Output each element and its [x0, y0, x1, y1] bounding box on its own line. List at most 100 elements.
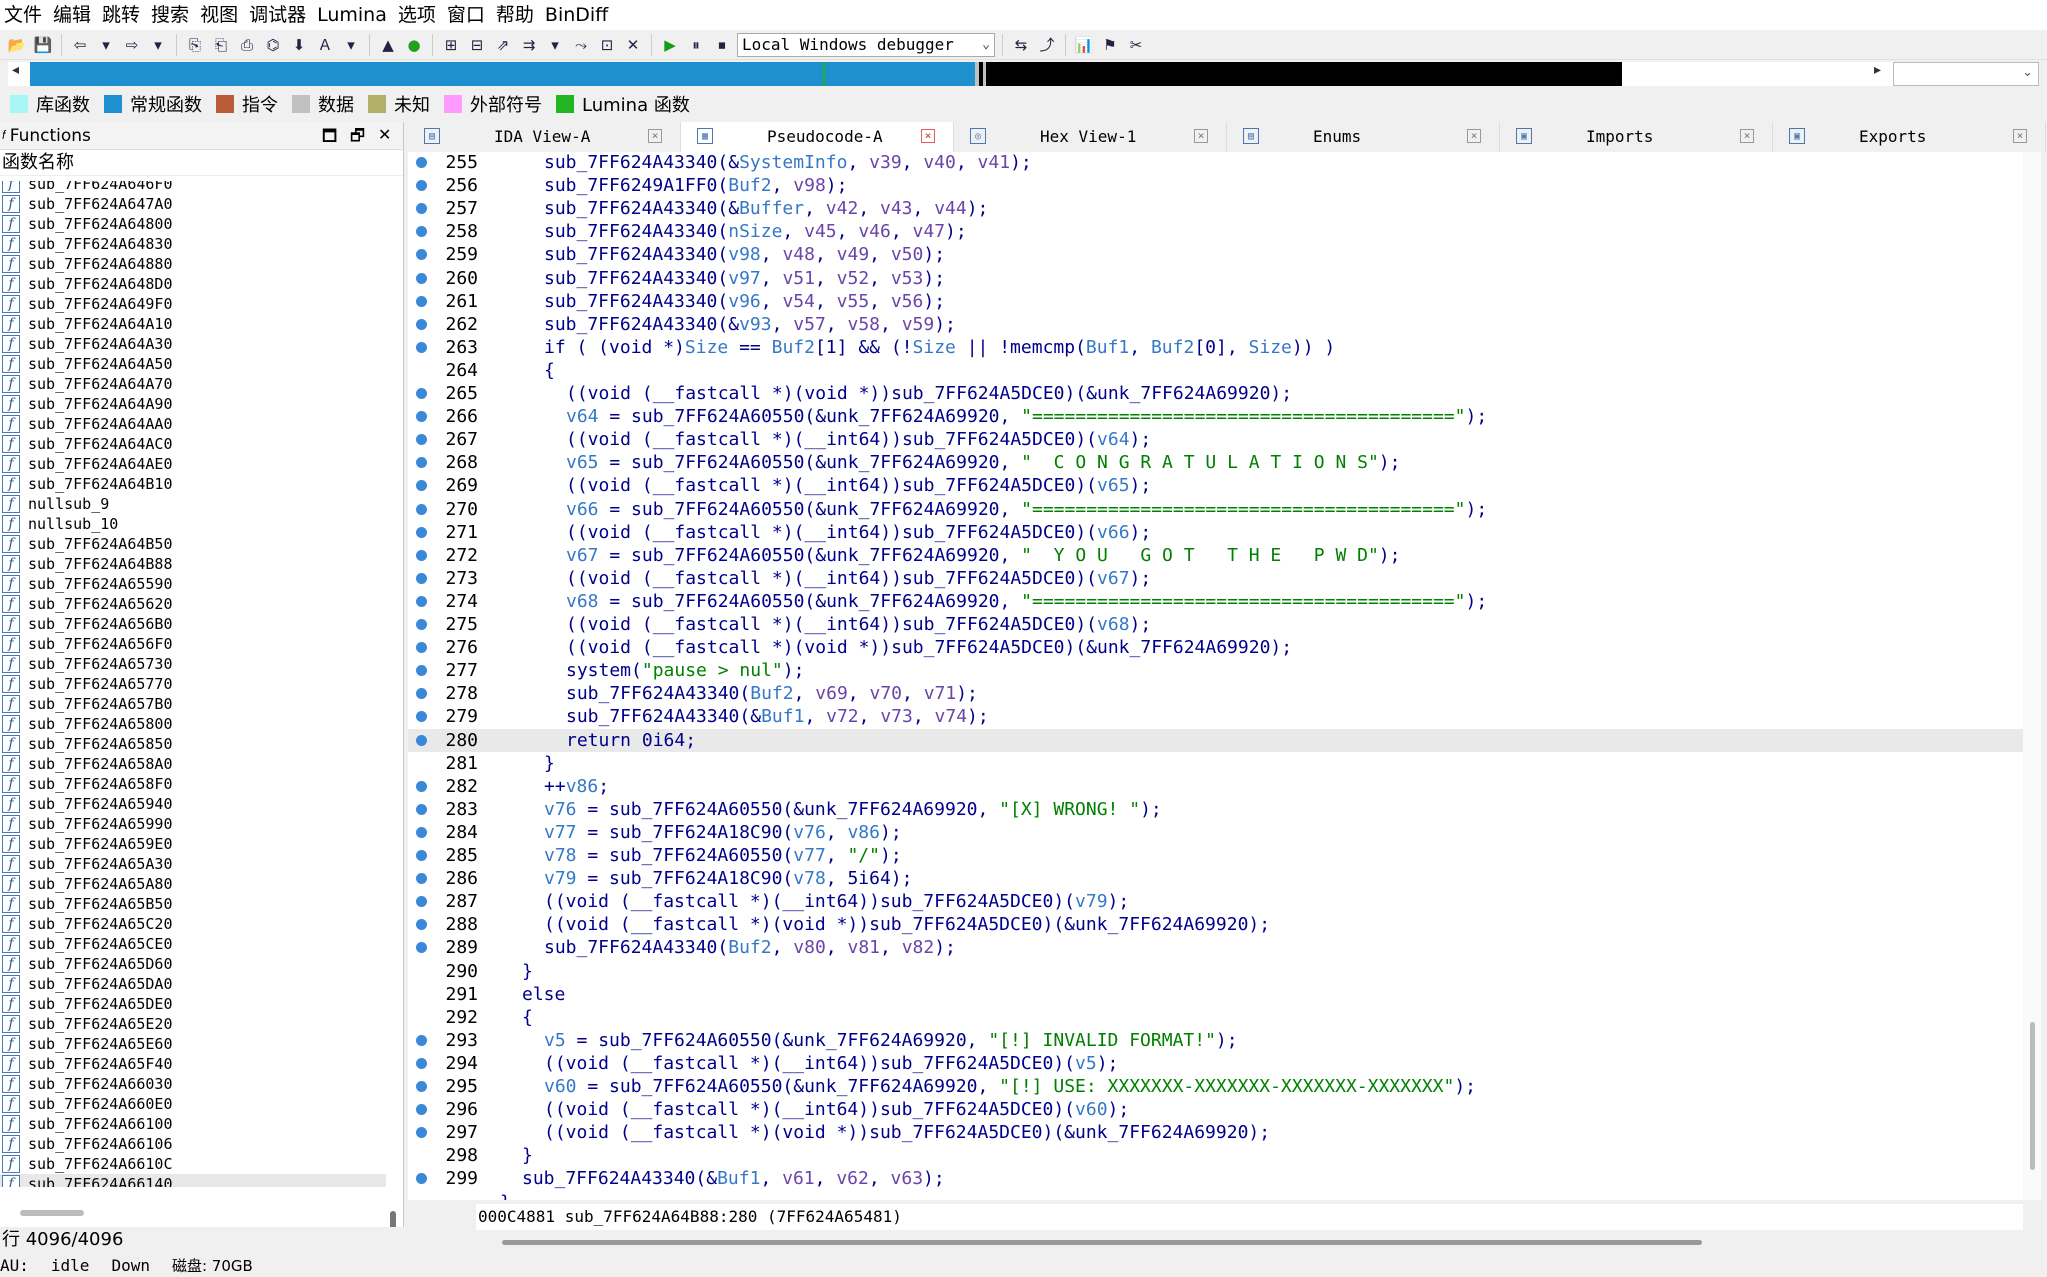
breakpoint-dot-icon[interactable]: [416, 711, 427, 723]
code-line[interactable]: 288 ((void (__fastcall *)(void *))sub_7FF…: [408, 913, 2023, 936]
structure-icon[interactable]: ⊞: [440, 34, 462, 56]
code-line[interactable]: 265 ((void (__fastcall *)(void *))sub_7FF…: [408, 382, 2023, 405]
close-icon[interactable]: ×: [2013, 129, 2027, 143]
function-list-item[interactable]: f sub_7FF624A65C20: [0, 914, 386, 934]
function-list-item[interactable]: f sub_7FF624A65DA0: [0, 974, 386, 994]
function-list-item[interactable]: f sub_7FF624A6610C: [0, 1154, 386, 1174]
function-list-item[interactable]: f sub_7FF624A658A0: [0, 754, 386, 774]
function-list-item[interactable]: f sub_7FF624A66030: [0, 1074, 386, 1094]
green-dot-icon[interactable]: ●: [403, 34, 425, 56]
function-list-item[interactable]: f sub_7FF624A64AE0: [0, 454, 386, 474]
function-list-item[interactable]: f sub_7FF624A65730: [0, 654, 386, 674]
breakpoint-dot-icon[interactable]: [416, 688, 427, 700]
nav-selector[interactable]: ⌄: [1893, 62, 2039, 86]
breakpoint-dot-icon[interactable]: [416, 203, 427, 215]
menu-item[interactable]: 窗口: [447, 0, 496, 30]
function-list-item[interactable]: f sub_7FF624A64A10: [0, 314, 386, 334]
func-icon[interactable]: ⇉: [518, 34, 540, 56]
debugger-select[interactable]: Local Windows debugger ⌄: [737, 32, 995, 57]
code-line[interactable]: }: [408, 1191, 2023, 1201]
binary-copy-icon[interactable]: ⎗: [210, 34, 232, 56]
nav-segment-regular[interactable]: [810, 62, 823, 86]
pause-icon[interactable]: ⏸: [685, 34, 707, 56]
menu-item[interactable]: 跳转: [102, 0, 151, 30]
code-line[interactable]: 281}: [408, 752, 2023, 775]
back-icon[interactable]: ⇦: [69, 34, 91, 56]
code-line[interactable]: 269 ((void (__fastcall *)(__int64))sub_7F…: [408, 474, 2023, 497]
breakpoint-dot-icon[interactable]: [416, 665, 427, 677]
breakpoint-dot-icon[interactable]: [416, 595, 427, 607]
code-line[interactable]: 274 v68 = sub_7FF624A60550(&unk_7FF624A69…: [408, 590, 2023, 613]
code-line[interactable]: 262 sub_7FF624A43340(&v93, v57, v58, v59)…: [408, 313, 2023, 336]
jump-down-icon[interactable]: ⬇: [288, 34, 310, 56]
attach-icon[interactable]: ⇆: [1010, 34, 1032, 56]
code-line[interactable]: 295 v60 = sub_7FF624A60550(&unk_7FF624A69…: [408, 1075, 2023, 1098]
code-line[interactable]: 297 ((void (__fastcall *)(void *))sub_7FF…: [408, 1121, 2023, 1144]
function-list-item[interactable]: f sub_7FF624A649F0: [0, 294, 386, 314]
close-icon[interactable]: ×: [921, 129, 935, 143]
float-icon[interactable]: 🗗: [350, 125, 365, 152]
code-line[interactable]: 284 v77 = sub_7FF624A18C90(v76, v86);: [408, 821, 2023, 844]
function-list-item[interactable]: f sub_7FF624A65A30: [0, 854, 386, 874]
close-icon[interactable]: ×: [1740, 129, 1754, 143]
code-line[interactable]: 286 v79 = sub_7FF624A18C90(v78, 5i64);: [408, 867, 2023, 890]
breakpoint-dot-icon[interactable]: [416, 341, 427, 353]
code-line[interactable]: 264 {: [408, 359, 2023, 382]
tab-pseudocode-a[interactable]: ▦ Pseudocode-A ×: [681, 122, 954, 152]
breakpoint-dot-icon[interactable]: [416, 272, 427, 284]
function-name-column-header[interactable]: 函数名称: [0, 150, 403, 176]
function-list-item[interactable]: f sub_7FF624A64B88: [0, 554, 386, 574]
code-line[interactable]: 293 v5 = sub_7FF624A60550(&unk_7FF624A699…: [408, 1029, 2023, 1052]
code-line[interactable]: 294 ((void (__fastcall *)(__int64))sub_7F…: [408, 1052, 2023, 1075]
tab-exports[interactable]: ▣ Exports ×: [1773, 122, 2046, 152]
function-list-item[interactable]: f sub_7FF624A64A70: [0, 374, 386, 394]
text-icon[interactable]: Ａ: [314, 34, 336, 56]
code-line[interactable]: 266 v64 = sub_7FF624A60550(&unk_7FF624A69…: [408, 405, 2023, 428]
function-list-item[interactable]: f sub_7FF624A65E20: [0, 1014, 386, 1034]
function-list-item[interactable]: f sub_7FF624A656F0: [0, 634, 386, 654]
function-list-item[interactable]: f sub_7FF624A64A30: [0, 334, 386, 354]
function-list-item[interactable]: f sub_7FF624A65590: [0, 574, 386, 594]
pseudocode-hscrollbar[interactable]: [502, 1240, 1702, 1245]
code-line[interactable]: 292 {: [408, 1006, 2023, 1029]
code-line[interactable]: 282 ++v86;: [408, 775, 2023, 798]
breakpoint-dot-icon[interactable]: [416, 803, 427, 815]
tab-hex-view-1[interactable]: ◎ Hex View-1 ×: [954, 122, 1227, 152]
navigation-map[interactable]: [30, 62, 1864, 86]
code-line[interactable]: 258 sub_7FF624A43340(nSize, v45, v46, v47…: [408, 220, 2023, 243]
menu-item[interactable]: 搜索: [151, 0, 200, 30]
code-line[interactable]: 255 sub_7FF624A43340(&SystemInfo, v39, v4…: [408, 152, 2023, 174]
forward-dropdown-icon[interactable]: ▾: [147, 34, 169, 56]
code-line[interactable]: 299 sub_7FF624A43340(&Buf1, v61, v62, v63…: [408, 1167, 2023, 1190]
breakpoint-dot-icon[interactable]: [416, 549, 427, 561]
function-list-item[interactable]: f sub_7FF624A65990: [0, 814, 386, 834]
graph-icon[interactable]: ▲: [377, 34, 399, 56]
code-line[interactable]: 257 sub_7FF624A43340(&Buffer, v42, v43, v…: [408, 197, 2023, 220]
code-line[interactable]: 270 v66 = sub_7FF624A60550(&unk_7FF624A69…: [408, 498, 2023, 521]
breakpoint-dot-icon[interactable]: [416, 249, 427, 261]
code-line[interactable]: 289 sub_7FF624A43340(Buf2, v80, v81, v82)…: [408, 936, 2023, 959]
breakpoint-dot-icon[interactable]: [416, 318, 427, 330]
function-list-item[interactable]: f sub_7FF624A656B0: [0, 614, 386, 634]
code-line[interactable]: 275 ((void (__fastcall *)(__int64))sub_7F…: [408, 613, 2023, 636]
function-list-item[interactable]: f sub_7FF624A65F40: [0, 1054, 386, 1074]
function-list-item[interactable]: f nullsub_10: [0, 514, 386, 534]
menu-item[interactable]: 调试器: [249, 0, 317, 30]
breakpoint-dot-icon[interactable]: [416, 572, 427, 584]
function-list-item[interactable]: f sub_7FF624A65E60: [0, 1034, 386, 1054]
patch-icon[interactable]: ⌬: [262, 34, 284, 56]
function-list-item[interactable]: f sub_7FF624A657B0: [0, 694, 386, 714]
breakpoint-dot-icon[interactable]: [416, 157, 427, 168]
function-list-item[interactable]: f sub_7FF624A65CE0: [0, 934, 386, 954]
function-list-item[interactable]: f sub_7FF624A64AC0: [0, 434, 386, 454]
function-list-item[interactable]: f sub_7FF624A64B50: [0, 534, 386, 554]
func-dropdown-icon[interactable]: ▾: [544, 34, 566, 56]
close-icon[interactable]: ×: [1194, 129, 1208, 143]
code-line[interactable]: 263 if ( (void *)Size == Buf2[1] && (!Siz…: [408, 336, 2023, 359]
code-line[interactable]: 277 system("pause > nul");: [408, 659, 2023, 682]
function-list-item[interactable]: f sub_7FF624A66140: [0, 1174, 386, 1187]
function-list-item[interactable]: f sub_7FF624A65DE0: [0, 994, 386, 1014]
detach-icon[interactable]: ⤴: [1036, 34, 1058, 56]
xref-icon[interactable]: ⇗: [492, 34, 514, 56]
breakpoint-dot-icon[interactable]: [416, 180, 427, 192]
